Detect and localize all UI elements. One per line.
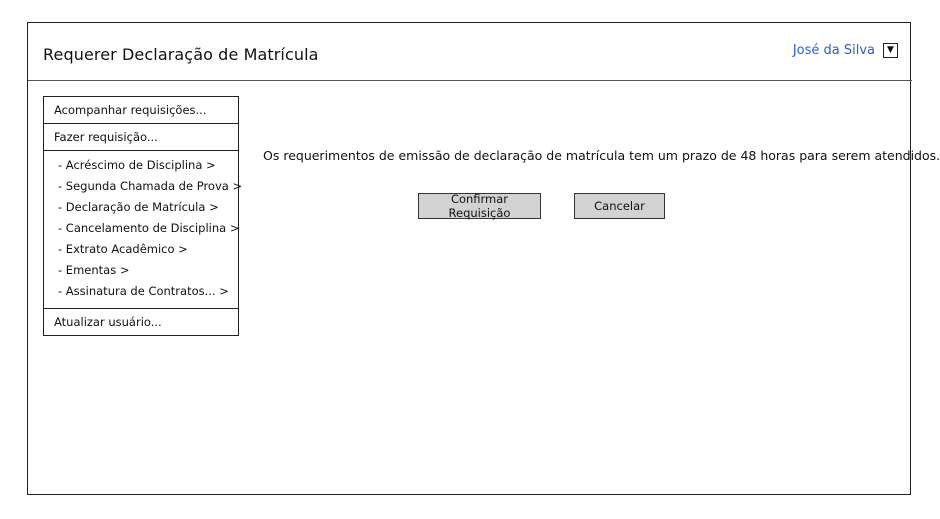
sidebar-menu: Acompanhar requisições... Fazer requisiç… bbox=[43, 96, 242, 336]
user-menu[interactable]: José da Silva ▼ bbox=[793, 43, 898, 58]
submenu-item-ementas[interactable]: - Ementas > bbox=[44, 260, 238, 281]
submenu-item-declaracao-matricula[interactable]: - Declaração de Matrícula > bbox=[44, 197, 238, 218]
submenu-item-assinatura-contratos[interactable]: - Assinatura de Contratos... > bbox=[44, 281, 238, 302]
header-divider bbox=[28, 80, 912, 81]
sidebar-item-acompanhar-requisicoes[interactable]: Acompanhar requisições... bbox=[44, 97, 238, 124]
app-window: Requerer Declaração de Matrícula José da… bbox=[27, 22, 940, 495]
submenu-item-acrescimo-disciplina[interactable]: - Acréscimo de Disciplina > bbox=[44, 155, 238, 176]
sidebar-submenu: - Acréscimo de Disciplina > - Segunda Ch… bbox=[44, 151, 242, 309]
info-message: Os requerimentos de emissão de declaraçã… bbox=[263, 148, 940, 163]
cancel-button[interactable]: Cancelar bbox=[574, 193, 665, 219]
user-name-link[interactable]: José da Silva bbox=[793, 43, 875, 58]
submenu-item-extrato-academico[interactable]: - Extrato Acadêmico > bbox=[44, 239, 238, 260]
page-title: Requerer Declaração de Matrícula bbox=[43, 45, 319, 64]
submenu-item-cancelamento-disciplina[interactable]: - Cancelamento de Disciplina > bbox=[44, 218, 239, 239]
sidebar-item-fazer-requisicao[interactable]: Fazer requisição... bbox=[44, 124, 238, 151]
confirm-button[interactable]: Confirmar Requisição bbox=[418, 192, 541, 220]
sidebar-item-atualizar-usuario[interactable]: Atualizar usuário... bbox=[44, 309, 238, 335]
submenu-item-segunda-chamada[interactable]: - Segunda Chamada de Prova > bbox=[44, 176, 242, 197]
chevron-down-icon[interactable]: ▼ bbox=[883, 43, 898, 58]
